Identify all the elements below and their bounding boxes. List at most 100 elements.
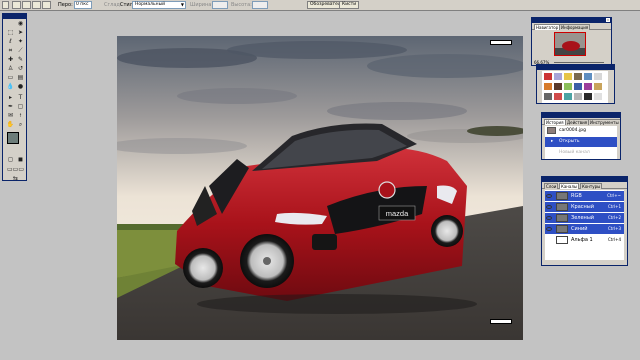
style-swatch[interactable] xyxy=(544,93,552,100)
new-selection-button[interactable] xyxy=(12,1,21,9)
style-swatch[interactable] xyxy=(574,73,582,80)
eyedropper-icon[interactable]: ⟊ xyxy=(16,112,25,120)
style-swatch[interactable] xyxy=(564,83,572,90)
history-snapshot-label: car0004.jpg xyxy=(559,128,586,133)
channel-shortcut: Ctrl+4 xyxy=(607,237,621,242)
pen-tool-icon[interactable]: ✒ xyxy=(6,103,15,111)
toolbox-title-bar[interactable] xyxy=(3,14,26,19)
smooth-checkbox-label[interactable]: Сглад. xyxy=(104,2,121,8)
path-select-icon[interactable]: ▸ xyxy=(6,94,15,102)
style-swatch[interactable] xyxy=(554,73,562,80)
channel-row-red[interactable]: Красный Ctrl+1 xyxy=(545,202,624,212)
style-swatch[interactable] xyxy=(584,73,592,80)
document-canvas[interactable]: mazda xyxy=(117,36,523,340)
adobe-logo-icon[interactable]: ◉ xyxy=(16,20,25,28)
car-photo: mazda xyxy=(117,36,523,340)
feather-input[interactable]: 0 пкс xyxy=(74,1,92,9)
tab-paths[interactable]: Контуры xyxy=(580,183,603,189)
channel-row-green[interactable]: Зеленый Ctrl+2 xyxy=(545,213,624,223)
brush-label: Перо: xyxy=(58,2,73,8)
magic-wand-icon[interactable]: ✦ xyxy=(16,38,25,46)
style-swatch[interactable] xyxy=(594,83,602,90)
style-swatch[interactable] xyxy=(544,73,552,80)
tab-layers[interactable]: Слои xyxy=(544,183,559,189)
add-selection-button[interactable] xyxy=(22,1,31,9)
channel-row-rgb[interactable]: RGB Ctrl+~ xyxy=(545,191,624,201)
width-input[interactable] xyxy=(212,1,228,9)
style-swatch[interactable] xyxy=(574,93,582,100)
channels-palette: Слои Каналы Контуры RGB Ctrl+~ Красный C… xyxy=(541,176,628,266)
style-swatch[interactable] xyxy=(584,83,592,90)
channel-name: RGB xyxy=(571,193,582,199)
channel-row-blue[interactable]: Синий Ctrl+3 xyxy=(545,224,624,234)
zoom-tool-icon[interactable]: ⌕ xyxy=(16,121,25,129)
shape-tool-icon[interactable]: ▢ xyxy=(16,103,25,111)
channel-name: Зеленый xyxy=(571,215,595,221)
healing-brush-icon[interactable]: ✚ xyxy=(6,56,15,64)
blur-tool-icon[interactable]: 💧 xyxy=(6,83,15,91)
style-swatch[interactable] xyxy=(544,83,552,90)
slice-tool-icon[interactable]: ⟋ xyxy=(16,47,25,55)
channel-thumbnail xyxy=(556,236,568,244)
style-swatch[interactable] xyxy=(564,93,572,100)
style-swatch[interactable] xyxy=(554,93,562,100)
move-tool-icon[interactable]: ➤ xyxy=(16,29,25,37)
channel-shortcut: Ctrl+~ xyxy=(607,193,621,198)
style-select[interactable]: Нормальный ▼ xyxy=(132,1,186,9)
history-palette: История Действия Инструменты car0004.jpg… xyxy=(541,112,621,160)
gradient-tool-icon[interactable]: ▤ xyxy=(16,74,25,82)
hand-tool-icon[interactable]: ✋ xyxy=(6,121,15,129)
crop-tool-icon[interactable]: ⌗ xyxy=(6,47,15,55)
tab-channels[interactable]: Каналы xyxy=(559,183,580,189)
marquee-tool-icon[interactable]: ⬚ xyxy=(6,29,15,37)
tool-preset-button[interactable] xyxy=(2,1,9,9)
screen-mode-icons[interactable]: ▭▭▭ xyxy=(6,166,25,174)
jump-to-imageready-icon[interactable]: ⇆ xyxy=(6,175,25,183)
tab-history[interactable]: История xyxy=(544,119,566,125)
eye-icon[interactable] xyxy=(546,205,552,209)
history-snapshot[interactable]: car0004.jpg xyxy=(545,126,617,136)
swatches-title-bar[interactable] xyxy=(537,65,614,70)
quick-mask-icon[interactable]: ◼ xyxy=(16,156,25,164)
history-state-selected[interactable]: ▸ Открыть xyxy=(545,137,617,147)
options-bar: Перо: 0 пкс Сглад. Стиль: Нормальный ▼ Ши… xyxy=(0,0,640,11)
tab-navigator[interactable]: Навигатор xyxy=(534,24,561,30)
style-swatch[interactable] xyxy=(554,83,562,90)
eraser-tool-icon[interactable]: ▭ xyxy=(6,74,15,82)
channel-shortcut: Ctrl+3 xyxy=(607,226,621,231)
height-label: Высота: xyxy=(231,2,252,8)
style-swatch[interactable] xyxy=(594,93,602,100)
history-state-disabled[interactable]: Новый канал xyxy=(545,148,617,158)
tab-actions[interactable]: Действия xyxy=(565,119,590,125)
channel-shortcut: Ctrl+1 xyxy=(607,204,621,209)
history-brush-icon[interactable]: ↺ xyxy=(16,65,25,73)
tab-info[interactable]: Информация xyxy=(559,24,591,30)
navigator-thumbnail[interactable] xyxy=(554,32,586,56)
standard-mode-icon[interactable]: ◻ xyxy=(6,156,15,164)
eye-icon[interactable] xyxy=(546,194,552,198)
brush-tool-icon[interactable]: ✎ xyxy=(16,56,25,64)
lasso-tool-icon[interactable]: ℓ xyxy=(6,38,15,46)
channel-thumbnail xyxy=(556,203,568,211)
style-swatch[interactable] xyxy=(594,73,602,80)
foreground-color-swatch[interactable] xyxy=(7,132,19,144)
style-select-value: Нормальный xyxy=(135,2,166,7)
close-icon[interactable] xyxy=(606,18,610,22)
channel-row-alpha[interactable]: Альфа 1 Ctrl+4 xyxy=(545,235,624,245)
history-state-label: Открыть xyxy=(559,139,580,144)
zoom-slider[interactable] xyxy=(554,62,604,63)
subtract-selection-button[interactable] xyxy=(32,1,41,9)
eye-icon[interactable] xyxy=(546,227,552,231)
tab-tool-presets[interactable]: Инструменты xyxy=(588,119,620,125)
eye-icon[interactable] xyxy=(546,216,552,220)
clone-stamp-icon[interactable]: ♙ xyxy=(6,65,15,73)
type-tool-icon[interactable]: T xyxy=(16,94,25,102)
tab-brushes[interactable]: Кисти xyxy=(339,1,360,9)
style-swatch[interactable] xyxy=(584,93,592,100)
notes-tool-icon[interactable]: ✉ xyxy=(6,112,15,120)
height-input[interactable] xyxy=(252,1,268,9)
dodge-tool-icon[interactable]: ● xyxy=(16,83,25,91)
style-swatch[interactable] xyxy=(574,83,582,90)
intersect-selection-button[interactable] xyxy=(42,1,51,9)
style-swatch[interactable] xyxy=(564,73,572,80)
